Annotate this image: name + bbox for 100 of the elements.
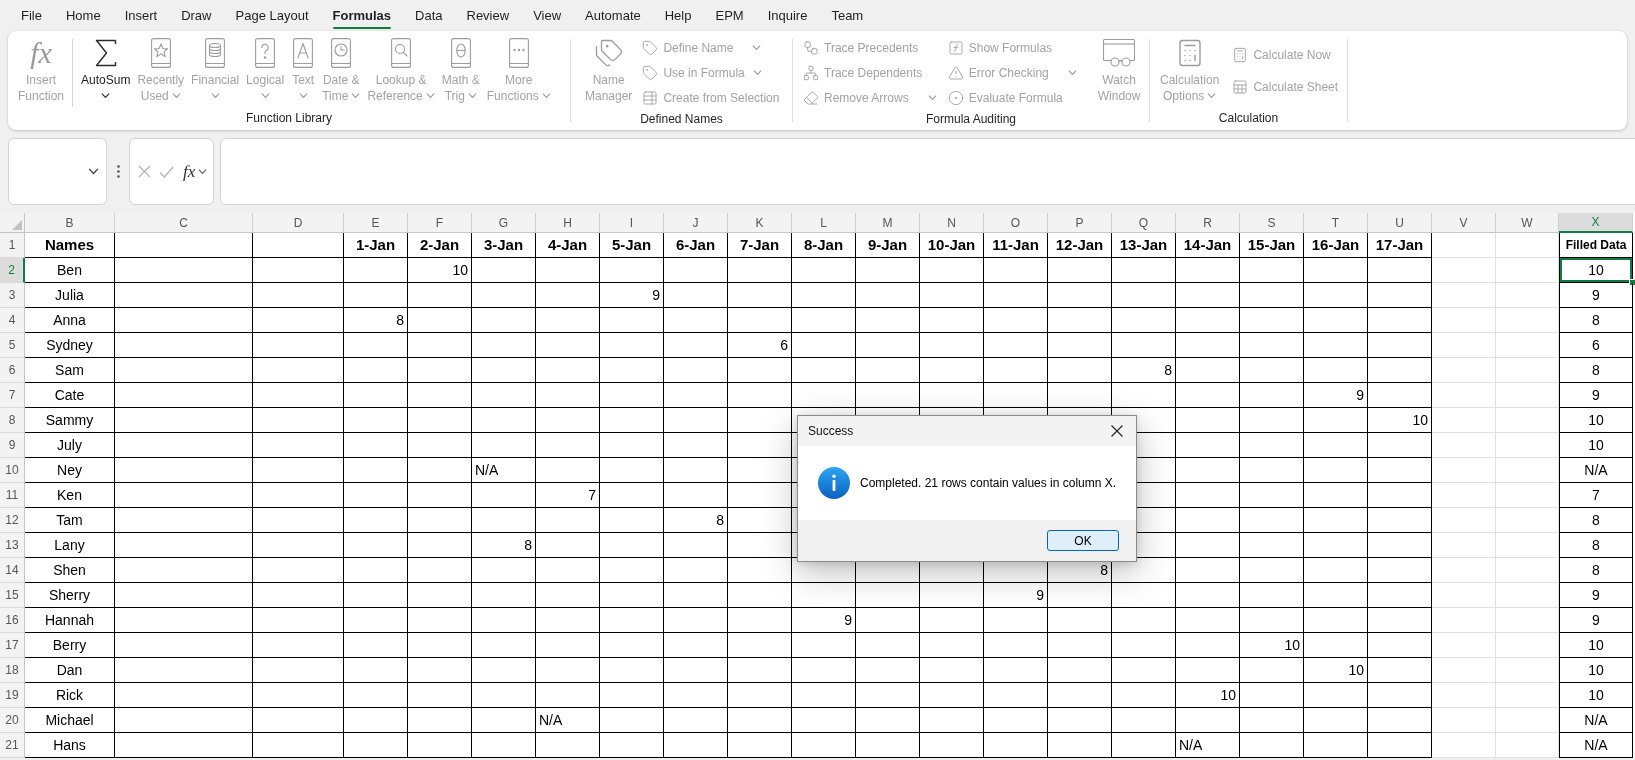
row-header[interactable]: 2: [0, 258, 25, 283]
row-header[interactable]: 16: [0, 608, 25, 633]
ok-button[interactable]: OK: [1047, 530, 1119, 551]
table-header: 14-Jan: [1176, 233, 1240, 258]
name-box-field[interactable]: [8, 138, 107, 205]
table-cell: 9: [1559, 608, 1633, 633]
column-header[interactable]: Q: [1112, 213, 1176, 233]
row-header[interactable]: 10: [0, 458, 25, 483]
menu-tab[interactable]: Automate: [573, 0, 653, 31]
row-header[interactable]: 19: [0, 683, 25, 708]
row-header[interactable]: 6: [0, 358, 25, 383]
empty-cell: [536, 633, 600, 658]
menu-tab[interactable]: Review: [454, 0, 522, 31]
empty-cell: [1304, 733, 1368, 758]
column-header[interactable]: F: [408, 213, 472, 233]
row-header[interactable]: 7: [0, 383, 25, 408]
column-header[interactable]: V: [1432, 213, 1496, 233]
table-cell: Sydney: [25, 333, 115, 358]
chevron-down-icon: [101, 93, 111, 99]
row-header[interactable]: 18: [0, 658, 25, 683]
empty-cell: [1048, 658, 1112, 683]
table-header: 8-Jan: [792, 233, 856, 258]
select-all-button[interactable]: [0, 213, 25, 233]
table-cell: N/A: [1176, 733, 1240, 758]
menu-tab[interactable]: Data: [403, 0, 455, 31]
column-header[interactable]: E: [344, 213, 408, 233]
empty-cell: [1496, 433, 1559, 458]
vertical-dots-icon[interactable]: [116, 165, 120, 178]
empty-cell: [600, 483, 664, 508]
row-header[interactable]: 1: [0, 233, 25, 258]
column-header[interactable]: G: [472, 213, 536, 233]
menu-tab[interactable]: Home: [53, 0, 113, 31]
empty-cell: [1368, 283, 1432, 308]
column-header[interactable]: S: [1240, 213, 1304, 233]
menu-tab[interactable]: Page Layout: [223, 0, 321, 31]
column-header[interactable]: T: [1304, 213, 1368, 233]
empty-cell: [728, 283, 792, 308]
row-header[interactable]: 20: [0, 708, 25, 733]
row-header[interactable]: 9: [0, 433, 25, 458]
column-header[interactable]: D: [253, 213, 344, 233]
empty-cell: [920, 583, 984, 608]
empty-cell: [1368, 483, 1432, 508]
menu-tab[interactable]: Draw: [169, 0, 224, 31]
menu-tab[interactable]: Insert: [112, 0, 170, 31]
row-header[interactable]: 21: [0, 733, 25, 758]
column-header[interactable]: M: [856, 213, 920, 233]
menu-tab[interactable]: File: [9, 0, 54, 31]
insert-function-button[interactable]: fx: [182, 161, 209, 182]
menu-tab[interactable]: View: [521, 0, 574, 31]
column-header[interactable]: P: [1048, 213, 1112, 233]
row-header[interactable]: 12: [0, 508, 25, 533]
formula-input-field[interactable]: [220, 138, 1635, 205]
table-header: 9-Jan: [856, 233, 920, 258]
menu-tab[interactable]: EPM: [703, 0, 756, 31]
column-header[interactable]: O: [984, 213, 1048, 233]
empty-cell: [1048, 683, 1112, 708]
column-header[interactable]: L: [792, 213, 856, 233]
empty-cell: [792, 283, 856, 308]
column-header[interactable]: J: [664, 213, 728, 233]
column-header[interactable]: B: [25, 213, 115, 233]
table-cell: 8: [1559, 308, 1633, 333]
table-header: 5-Jan: [600, 233, 664, 258]
ribbon-button[interactable]: AutoSum: [79, 31, 133, 105]
empty-cell: [856, 583, 920, 608]
row-header[interactable]: 4: [0, 308, 25, 333]
row-header[interactable]: 15: [0, 583, 25, 608]
row-header[interactable]: 3: [0, 283, 25, 308]
cross-icon[interactable]: [138, 165, 151, 178]
column-header[interactable]: X: [1559, 213, 1633, 233]
chevron-down-icon: [1207, 93, 1217, 99]
empty-cell: [728, 383, 792, 408]
menu-tab[interactable]: Help: [652, 0, 704, 31]
row-header[interactable]: 8: [0, 408, 25, 433]
empty-cell: [1240, 733, 1304, 758]
empty-cell: [984, 308, 1048, 333]
row-header[interactable]: 11: [0, 483, 25, 508]
empty-cell: [1112, 633, 1176, 658]
empty-cell: [408, 608, 472, 633]
table-cell: Hans: [25, 733, 115, 758]
empty-cell: [1304, 333, 1368, 358]
column-header[interactable]: K: [728, 213, 792, 233]
column-header[interactable]: U: [1368, 213, 1432, 233]
empty-cell: [1304, 408, 1368, 433]
column-header[interactable]: H: [536, 213, 600, 233]
row-header[interactable]: 17: [0, 633, 25, 658]
menu-tab[interactable]: Inquire: [755, 0, 820, 31]
fill-handle[interactable]: [1629, 279, 1635, 286]
column-header[interactable]: I: [600, 213, 664, 233]
empty-cell: [344, 533, 408, 558]
row-header[interactable]: 5: [0, 333, 25, 358]
column-header[interactable]: C: [115, 213, 253, 233]
row-header[interactable]: 13: [0, 533, 25, 558]
column-header[interactable]: W: [1496, 213, 1559, 233]
check-icon[interactable]: [159, 165, 174, 178]
menu-tab[interactable]: Team: [819, 0, 876, 31]
column-header[interactable]: R: [1176, 213, 1240, 233]
menu-tab[interactable]: Formulas: [320, 0, 404, 31]
empty-cell: [1176, 708, 1240, 733]
column-header[interactable]: N: [920, 213, 984, 233]
row-header[interactable]: 14: [0, 558, 25, 583]
